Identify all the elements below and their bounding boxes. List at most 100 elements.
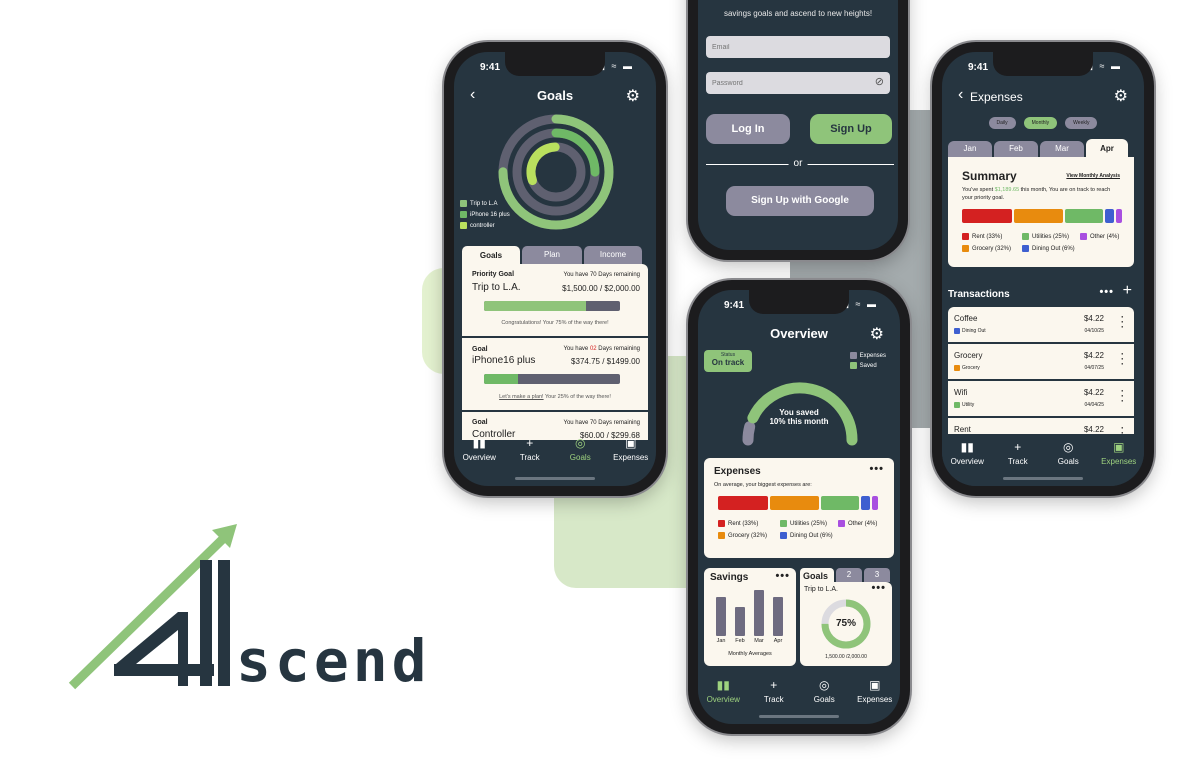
google-signup-button[interactable]: Sign Up with Google xyxy=(726,186,874,216)
tab-plan[interactable]: Plan xyxy=(522,246,582,264)
transaction-name: Grocery xyxy=(954,351,983,360)
phone-notch xyxy=(749,290,849,314)
legend-swatch xyxy=(1080,233,1087,240)
tab-expenses[interactable]: ▣ Expenses xyxy=(607,436,655,462)
gear-icon[interactable]: ⚙ xyxy=(870,324,884,344)
savings-month-label: Mar xyxy=(754,638,764,644)
tab-expenses[interactable]: ▣ Expenses xyxy=(851,678,899,704)
month-tab-mar[interactable]: Mar xyxy=(1040,141,1084,157)
home-indicator xyxy=(515,477,595,480)
eye-off-icon[interactable]: ⊘ xyxy=(875,75,884,88)
target-icon: ◎ xyxy=(819,678,830,692)
expenses-card-title: Expenses xyxy=(714,466,761,477)
saved-text: You saved 10% this month xyxy=(698,408,900,426)
month-tab-jan[interactable]: Jan xyxy=(948,141,992,157)
period-monthly[interactable]: Monthly xyxy=(1023,117,1058,129)
back-chevron-icon[interactable]: ‹ xyxy=(958,86,963,104)
goal2-note: Let's make a plan! Your 25% of the way t… xyxy=(462,394,648,400)
gear-icon[interactable]: ⚙ xyxy=(1114,86,1128,106)
more-options-icon[interactable]: ••• xyxy=(1099,286,1114,298)
period-weekly[interactable]: Weekly xyxy=(1065,117,1098,129)
phone-notch xyxy=(993,52,1093,76)
category-label: Utility xyxy=(962,402,975,408)
kebab-vertical-icon[interactable]: ··· xyxy=(1121,313,1124,332)
savings-card[interactable]: Savings ••• Jan Feb Mar Apr Monthly Average… xyxy=(704,568,796,666)
legend-rent: Rent (33%) xyxy=(718,520,758,527)
add-transaction-icon[interactable]: + xyxy=(1123,282,1132,300)
more-options-icon[interactable]: ••• xyxy=(869,463,884,475)
transaction-row[interactable]: Grocery Grocery $4.22 04/07/25 · · · xyxy=(948,344,1134,381)
tab-track[interactable]: + Track xyxy=(994,440,1042,466)
savings-card-title: Savings xyxy=(710,572,749,583)
goal2-days: You have 02 Days remaining xyxy=(563,346,640,352)
more-options-icon[interactable]: ••• xyxy=(775,570,790,582)
goals-card[interactable]: Trip to L.A. ••• 75% 1,500.00 /2,000.00 xyxy=(800,582,892,666)
plus-icon: + xyxy=(1014,440,1022,454)
tab-overview[interactable]: ▮▮ Overview xyxy=(943,440,991,466)
email-input[interactable] xyxy=(706,36,890,58)
legend-label: Expenses xyxy=(859,352,886,359)
goals-ring-chart xyxy=(498,114,614,230)
tab-overview[interactable]: ▮▮ Overview xyxy=(699,678,747,704)
target-icon: ◎ xyxy=(1063,440,1074,454)
password-input[interactable] xyxy=(706,72,890,94)
showcase-stage: scend 9:41 ▮▮ ≈ ▬ ‹ Goals ⚙ Trip to L.A … xyxy=(0,0,1200,768)
ascend-logo-text: scend xyxy=(236,627,431,695)
savings-month-label: Feb xyxy=(735,638,745,644)
make-plan-link[interactable]: Let's make a plan! xyxy=(499,394,543,400)
expenses-stacked-bar xyxy=(718,496,878,510)
view-monthly-analysis-link[interactable]: View Monthly Analysis xyxy=(1066,173,1120,179)
tab-expenses[interactable]: ▣ Expenses xyxy=(1095,440,1143,466)
category-label: Grocery xyxy=(962,365,980,371)
goals-phone: 9:41 ▮▮ ≈ ▬ ‹ Goals ⚙ Trip to L.A iPhone… xyxy=(444,42,666,496)
goal2-days-pre: You have xyxy=(563,346,590,352)
tab-goals[interactable]: ◎ Goals xyxy=(556,436,604,462)
overview-phone: 9:41 ▮▮ ≈ ▬ Overview ⚙ Status On track E… xyxy=(688,280,910,734)
ascend-logo: scend xyxy=(66,520,446,700)
kebab-vertical-icon[interactable]: ··· xyxy=(1121,387,1124,406)
gear-icon[interactable]: ⚙ xyxy=(626,86,640,106)
legend-rent: Rent (33%) xyxy=(962,233,1002,240)
priority-goal-kicker: Priority Goal xyxy=(472,271,515,278)
savings-gauge xyxy=(742,382,858,446)
period-selector: Daily Monthly Weekly xyxy=(942,117,1144,129)
legend-label: controller xyxy=(470,222,495,229)
money-icon: ▣ xyxy=(625,436,637,450)
goals-list-card: Priority Goal You have 70 Days remaining… xyxy=(462,264,648,440)
tab-goals[interactable]: ◎ Goals xyxy=(1044,440,1092,466)
goals-card-tab-3[interactable]: 3 xyxy=(864,568,890,582)
expense-segment-rent xyxy=(962,209,1013,223)
transaction-row[interactable]: Wifi Utility $4.22 04/04/25 · · · xyxy=(948,381,1134,418)
tab-label: Overview xyxy=(706,695,740,704)
kebab-vertical-icon[interactable]: ··· xyxy=(1121,350,1124,369)
expenses-phone: 9:41 ▮▮ ≈ ▬ ‹ Expenses ⚙ Daily Monthly W… xyxy=(932,42,1154,496)
priority-goal-note: Congratulations! Your 75% of the way the… xyxy=(501,320,609,326)
saved-line-2: 10% this month xyxy=(769,417,829,426)
more-options-icon[interactable]: ••• xyxy=(871,582,886,594)
legend-grocery: Grocery (32%) xyxy=(718,532,767,539)
legend-swatch xyxy=(460,200,467,207)
goals-card-tab-2[interactable]: 2 xyxy=(836,568,862,582)
month-tab-feb[interactable]: Feb xyxy=(994,141,1038,157)
legend-label: Trip to L.A xyxy=(470,200,498,207)
expenses-card[interactable]: Expenses ••• On average, your biggest ex… xyxy=(704,458,894,558)
tab-overview[interactable]: ▮▮ Overview xyxy=(455,436,503,462)
transaction-row[interactable]: Coffee Dining Out $4.22 04/10/25 · · · xyxy=(948,307,1134,344)
legend-label: iPhone 16 plus xyxy=(470,211,510,218)
transactions-list: Coffee Dining Out $4.22 04/10/25 · · · Grocery G… xyxy=(948,307,1134,441)
signup-button[interactable]: Sign Up xyxy=(810,114,892,144)
summary-text-pre: You've spent xyxy=(962,187,995,193)
tab-track[interactable]: + Track xyxy=(750,678,798,704)
tab-label: Track xyxy=(1007,457,1028,466)
month-tab-apr[interactable]: Apr xyxy=(1086,139,1128,159)
login-button[interactable]: Log In xyxy=(706,114,790,144)
period-daily[interactable]: Daily xyxy=(988,117,1016,129)
transaction-amount: $4.22 xyxy=(1083,388,1104,397)
tab-income[interactable]: Income xyxy=(584,246,642,264)
plus-icon: + xyxy=(770,678,778,692)
legend-swatch xyxy=(460,211,467,218)
transaction-date: 04/04/25 xyxy=(1084,402,1104,408)
tab-track[interactable]: + Track xyxy=(506,436,554,462)
goals-card-name: Trip to L.A. xyxy=(804,586,838,593)
tab-goals[interactable]: ◎ Goals xyxy=(800,678,848,704)
